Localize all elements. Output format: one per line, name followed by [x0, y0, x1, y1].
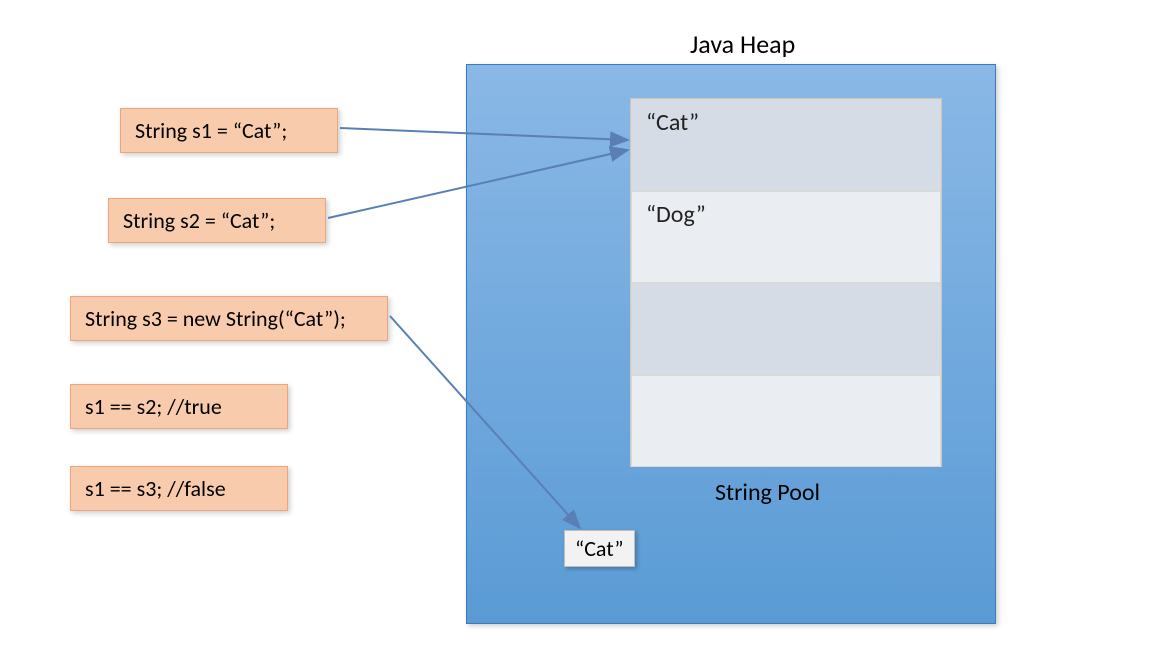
pool-row-0: “Cat”: [631, 99, 941, 191]
string-pool-label: String Pool: [715, 478, 820, 507]
code-s2: String s2 = “Cat”;: [108, 198, 326, 243]
heap-title: Java Heap: [690, 28, 795, 60]
code-cmp1: s1 == s2; //true: [70, 384, 288, 429]
pool-row-1: “Dog”: [631, 191, 941, 283]
pool-value: “Dog”: [646, 200, 706, 229]
code-s1: String s1 = “Cat”;: [120, 108, 338, 153]
pool-row-3: [631, 375, 941, 467]
heap-object-cat: “Cat”: [564, 530, 635, 567]
code-s3: String s3 = new String(“Cat”);: [70, 296, 388, 341]
code-cmp2: s1 == s3; //false: [70, 466, 288, 511]
pool-row-2: [631, 283, 941, 375]
string-pool-container: “Cat” “Dog”: [630, 98, 942, 467]
pool-value: “Cat”: [646, 108, 699, 137]
